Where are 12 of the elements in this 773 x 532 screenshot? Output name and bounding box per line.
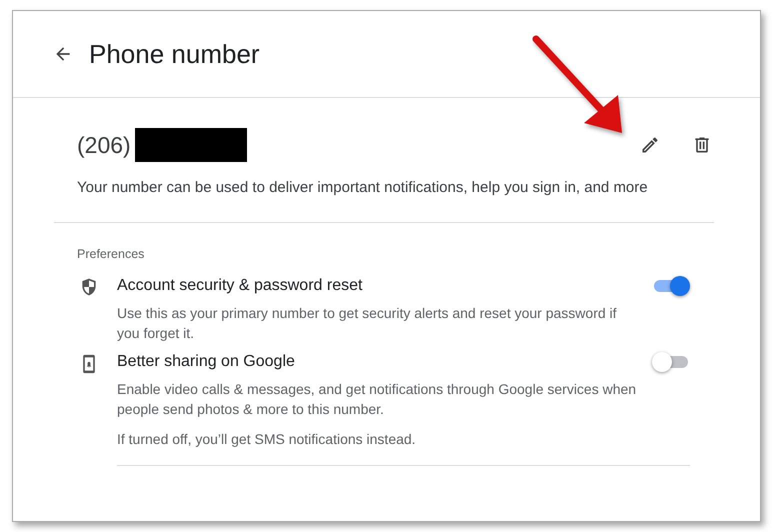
preference-note: If turned off, you’ll get SMS notifications instead.	[117, 430, 417, 449]
preference-title: Better sharing on Google	[117, 353, 295, 371]
phone-description: Your number can be used to deliver important notifications, help you sign in, and more	[77, 178, 649, 198]
section-heading: Preferences	[77, 247, 146, 261]
preference-description: Use this as your primary number to get security alerts and reset your password if you forget it.	[117, 304, 618, 343]
phone-number: (206)	[77, 132, 131, 158]
toggle-switch[interactable]	[652, 351, 690, 373]
toggle-switch[interactable]	[652, 275, 690, 297]
preference-description: Enable video calls & messages, and get notifications through Google services when people send photos & more to this number.	[117, 380, 637, 419]
page-title: Phone number	[89, 38, 260, 70]
preference-title: Account security & password reset	[117, 277, 362, 295]
pencil-icon	[640, 135, 660, 155]
